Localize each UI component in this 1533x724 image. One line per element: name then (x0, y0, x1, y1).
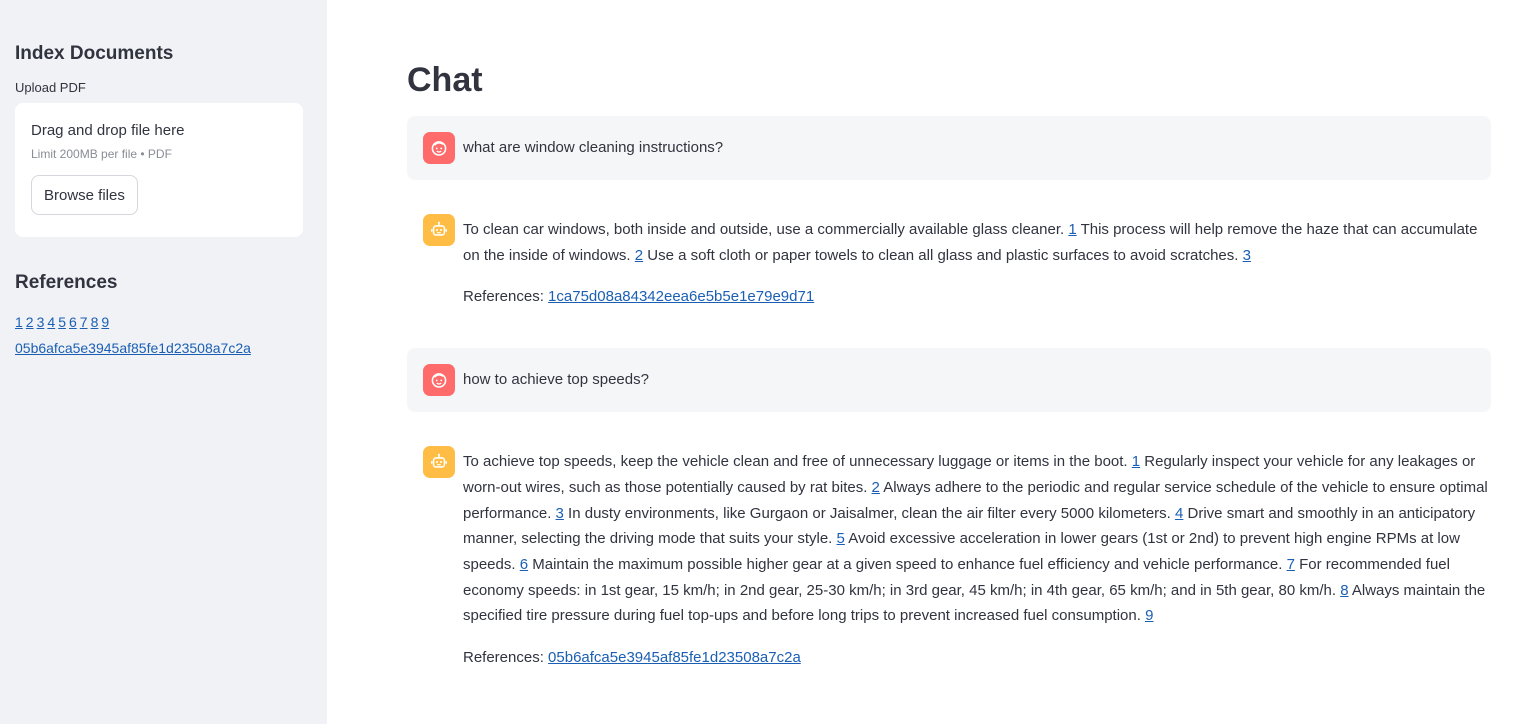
page-title: Chat (407, 61, 483, 99)
main-content: Chat what are window cleaning instructio… (327, 0, 1533, 724)
sidebar-reference-number-link[interactable]: 8 (91, 314, 99, 330)
user-avatar-icon (423, 132, 455, 164)
message-references: References: 05b6afca5e3945af85fe1d23508a… (463, 645, 1491, 671)
citation-link[interactable]: 3 (1243, 247, 1251, 264)
citation-link[interactable]: 7 (1287, 556, 1295, 573)
index-documents-heading: Index Documents (15, 43, 174, 64)
sidebar-reference-number-link[interactable]: 7 (80, 314, 88, 330)
sidebar-reference-number-link[interactable]: 4 (47, 314, 55, 330)
answer-segment: Maintain the maximum possible higher gea… (528, 555, 1287, 573)
citation-link[interactable]: 5 (837, 530, 845, 547)
message-body: how to achieve top speeds? (463, 364, 649, 393)
assistant-message: To clean car windows, both inside and ou… (407, 198, 1491, 326)
message-text: what are window cleaning instructions? (463, 139, 724, 156)
sidebar-reference-number-link[interactable]: 2 (26, 314, 34, 330)
answer-text: To achieve top speeds, keep the vehicle … (463, 449, 1491, 629)
answer-text: To clean car windows, both inside and ou… (463, 217, 1491, 268)
chat-message-list: what are window cleaning instructions? To… (407, 116, 1491, 687)
answer-segment: In dusty environments, like Gurgaon or J… (563, 504, 1176, 522)
citation-link[interactable]: 6 (520, 556, 528, 573)
answer-segment: To achieve top speeds, keep the vehicle … (463, 453, 1132, 471)
answer-segment: To clean car windows, both inside and ou… (463, 221, 1069, 238)
reference-number-list: 123456789 (15, 309, 303, 335)
references-heading: References (15, 272, 118, 293)
answer-segment: Use a soft cloth or paper towels to clea… (643, 246, 1243, 264)
references-prefix: References: (463, 288, 549, 306)
citation-link[interactable]: 1 (1068, 221, 1076, 238)
app-root: Index Documents Upload PDF Drag and drop… (0, 0, 1533, 724)
dropzone-limit-text: Limit 200MB per file • PDF (31, 147, 172, 161)
citation-link[interactable]: 1 (1132, 453, 1140, 470)
sidebar-reference-number-link[interactable]: 6 (69, 314, 77, 330)
references-prefix: References: (463, 649, 549, 667)
sidebar-reference-id-link[interactable]: 05b6afca5e3945af85fe1d23508a7c2a (15, 340, 251, 356)
upload-pdf-label: Upload PDF (15, 80, 86, 95)
sidebar-reference-number-link[interactable]: 5 (58, 314, 66, 330)
sidebar-reference-links: 123456789 05b6afca5e3945af85fe1d23508a7c… (15, 309, 303, 361)
message-body: what are window cleaning instructions? (463, 132, 723, 161)
user-message: how to achieve top speeds? (407, 348, 1491, 413)
citation-link[interactable]: 3 (556, 505, 564, 522)
browse-files-button[interactable]: Browse files (31, 175, 138, 215)
reference-id-link[interactable]: 1ca75d08a84342eea6e5b5e1e79e9d71 (548, 288, 814, 305)
sidebar-reference-number-link[interactable]: 9 (101, 314, 109, 330)
message-body: To clean car windows, both inside and ou… (463, 214, 1491, 310)
robot-avatar-icon (423, 446, 455, 479)
citation-link[interactable]: 9 (1145, 607, 1153, 624)
citation-link[interactable]: 2 (635, 247, 643, 264)
dropzone-title: Drag and drop file here (31, 122, 185, 139)
user-avatar-icon (423, 364, 455, 397)
message-body: To achieve top speeds, keep the vehicle … (463, 446, 1491, 671)
message-references: References: 1ca75d08a84342eea6e5b5e1e79e… (463, 284, 1491, 310)
assistant-message: To achieve top speeds, keep the vehicle … (407, 430, 1491, 687)
robot-avatar-icon (423, 214, 455, 246)
sidebar-reference-number-link[interactable]: 3 (37, 314, 45, 330)
sidebar-reference-number-link[interactable]: 1 (15, 314, 23, 330)
reference-id-link[interactable]: 05b6afca5e3945af85fe1d23508a7c2a (548, 649, 801, 666)
citation-link[interactable]: 2 (872, 479, 880, 496)
message-text: how to achieve top speeds? (463, 371, 649, 389)
file-dropzone[interactable]: Drag and drop file here Limit 200MB per … (15, 103, 303, 237)
sidebar: Index Documents Upload PDF Drag and drop… (0, 0, 327, 724)
user-message: what are window cleaning instructions? (407, 116, 1491, 180)
citation-link[interactable]: 8 (1340, 582, 1348, 599)
